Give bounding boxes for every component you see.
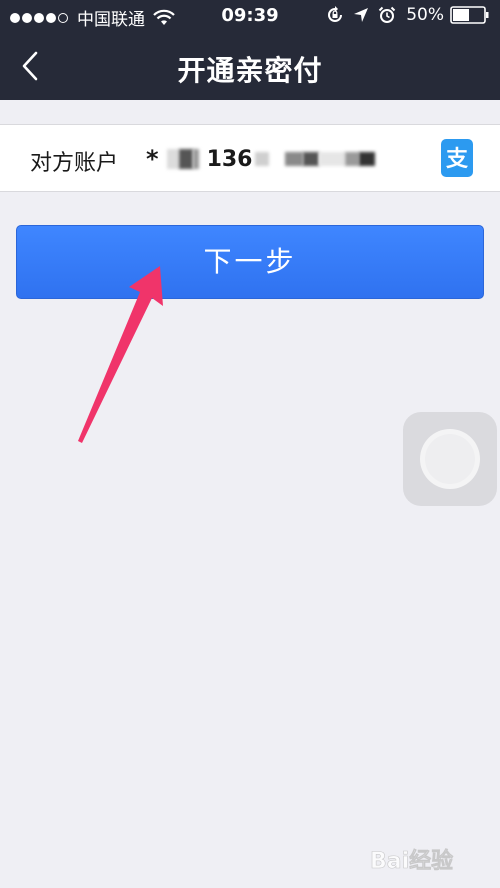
battery-percent: 50% bbox=[406, 5, 444, 25]
masked-block bbox=[318, 152, 345, 166]
assistive-touch-icon bbox=[420, 429, 480, 489]
masked-block bbox=[178, 149, 193, 169]
rotation-lock-icon bbox=[328, 6, 343, 22]
alipay-icon-text: 支 bbox=[446, 147, 469, 172]
masked-block bbox=[192, 149, 199, 169]
masked-block bbox=[166, 149, 179, 169]
status-right: 50% bbox=[318, 5, 490, 25]
nav-bar: 开通亲密付 bbox=[0, 33, 500, 100]
status-bar: 中国联通 09:39 50% bbox=[0, 0, 500, 33]
assistive-touch-button[interactable] bbox=[403, 412, 497, 506]
page-title: 开通亲密付 bbox=[177, 54, 323, 87]
account-number: 136 bbox=[206, 146, 253, 172]
masked-block bbox=[358, 152, 375, 166]
masked-block bbox=[302, 152, 319, 166]
watermark-text: Bai经验 bbox=[370, 848, 453, 874]
alarm-icon bbox=[378, 6, 396, 23]
account-label: 对方账户 bbox=[30, 151, 119, 176]
account-row: 对方账户 * 136 bbox=[0, 124, 500, 192]
masked-block bbox=[284, 152, 303, 166]
screen: 中国联通 09:39 50% 开通亲密付 对方账户 * 136 支 下一步 Ba… bbox=[0, 0, 500, 888]
baidu-watermark: Bai经验 bbox=[370, 848, 453, 875]
account-prefix: * bbox=[146, 145, 159, 173]
masked-block bbox=[344, 152, 359, 166]
next-step-button[interactable]: 下一步 bbox=[16, 225, 484, 299]
account-value: * 136 bbox=[146, 143, 375, 175]
alipay-icon: 支 bbox=[441, 139, 473, 177]
masked-block bbox=[254, 152, 269, 166]
location-arrow-icon bbox=[354, 8, 369, 22]
battery-icon bbox=[450, 6, 489, 24]
